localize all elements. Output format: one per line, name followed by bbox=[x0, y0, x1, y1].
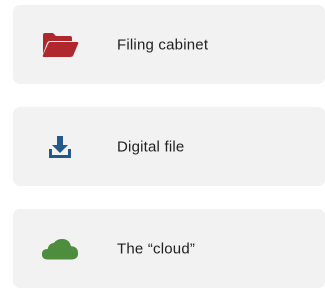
option-label: The “cloud” bbox=[117, 240, 196, 257]
cloud-icon bbox=[41, 234, 79, 264]
option-card-the-cloud[interactable]: The “cloud” bbox=[13, 209, 325, 288]
option-label: Digital file bbox=[117, 138, 185, 155]
option-label: Filing cabinet bbox=[117, 36, 209, 53]
folder-open-icon bbox=[41, 30, 79, 60]
option-card-filing-cabinet[interactable]: Filing cabinet bbox=[13, 5, 325, 84]
download-icon bbox=[41, 132, 79, 162]
option-card-digital-file[interactable]: Digital file bbox=[13, 107, 325, 186]
